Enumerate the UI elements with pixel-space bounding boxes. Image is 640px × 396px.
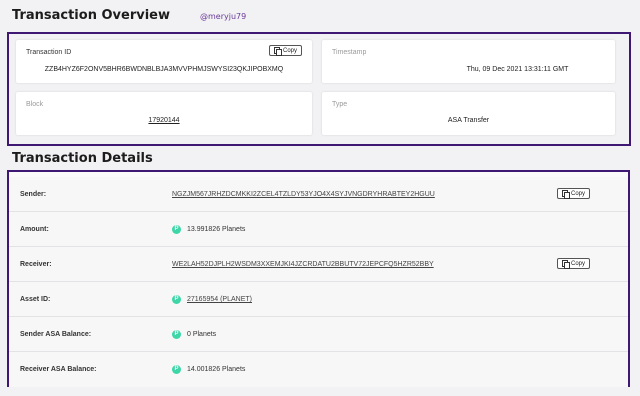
asset-id-link[interactable]: 27165954 (PLANET) [187, 282, 252, 317]
details-panel: Sender: NGZJM567JRHZDCMKKI2ZCEL4TZLDY53Y… [7, 170, 630, 387]
asset-id-row: Asset ID: P 27165954 (PLANET) [9, 282, 628, 317]
amount-row: Amount: P 13.991826 Planets [9, 212, 628, 247]
overview-panel: Transaction ID Copy ZZB4HYZ6F2ONV5BHR6BW… [7, 32, 631, 146]
asset-id-value-wrap: P 27165954 (PLANET) [172, 282, 252, 317]
copy-label: Copy [282, 47, 297, 54]
copy-icon [561, 260, 570, 269]
receiver-balance-value: 14.001826 Planets [187, 366, 246, 373]
receiver-value-wrap: WE2LAH52DJPLH2WSDM3XXEMJKI4JZCRDATU2BBUT… [172, 247, 434, 282]
copy-label: Copy [570, 190, 585, 197]
copy-receiver-button[interactable]: Copy [557, 258, 590, 269]
asset-id-label: Asset ID: [20, 296, 51, 303]
type-card: Type ASA Transfer [322, 92, 615, 135]
sender-balance-row: Sender ASA Balance: P 0 Planets [9, 317, 628, 352]
sender-row: Sender: NGZJM567JRHZDCMKKI2ZCEL4TZLDY53Y… [9, 177, 628, 212]
sender-address-link[interactable]: NGZJM567JRHZDCMKKI2ZCEL4TZLDY53YJO4X4SYJ… [172, 177, 435, 212]
copy-transaction-id-button[interactable]: Copy [269, 45, 302, 56]
planet-token-icon: P [172, 365, 181, 374]
receiver-balance-label: Receiver ASA Balance: [20, 366, 97, 373]
transaction-id-card: Transaction ID Copy ZZB4HYZ6F2ONV5BHR6BW… [16, 40, 312, 83]
block-link[interactable]: 17920144 [16, 117, 312, 124]
receiver-row: Receiver: WE2LAH52DJPLH2WSDM3XXEMJKI4JZC… [9, 247, 628, 282]
overview-title: Transaction Overview [12, 8, 170, 23]
sender-value-wrap: NGZJM567JRHZDCMKKI2ZCEL4TZLDY53YJO4X4SYJ… [172, 177, 435, 212]
watermark: @meryju79 [200, 12, 247, 21]
copy-label: Copy [570, 260, 585, 267]
type-label: Type [332, 101, 348, 108]
amount-label: Amount: [20, 226, 49, 233]
block-card: Block 17920144 [16, 92, 312, 135]
copy-icon [273, 47, 282, 56]
receiver-balance-row: Receiver ASA Balance: P 14.001826 Planet… [9, 352, 628, 387]
sender-balance-label: Sender ASA Balance: [20, 331, 92, 338]
type-value: ASA Transfer [447, 117, 490, 124]
receiver-balance-value-wrap: P 14.001826 Planets [172, 352, 245, 387]
receiver-address-link[interactable]: WE2LAH52DJPLH2WSDM3XXEMJKI4JZCRDATU2BBUT… [172, 247, 434, 282]
amount-value-wrap: P 13.991826 Planets [172, 212, 245, 247]
sender-label: Sender: [20, 191, 47, 198]
timestamp-card: Timestamp Thu, 09 Dec 2021 13:31:11 GMT [322, 40, 615, 83]
timestamp-value: Thu, 09 Dec 2021 13:31:11 GMT [466, 66, 569, 73]
planet-token-icon: P [172, 225, 181, 234]
receiver-label: Receiver: [20, 261, 52, 268]
block-label: Block [26, 101, 44, 108]
planet-token-icon: P [172, 295, 181, 304]
details-title: Transaction Details [12, 151, 153, 166]
timestamp-label: Timestamp [332, 49, 367, 56]
transaction-id-label: Transaction ID [26, 49, 72, 56]
copy-icon [561, 190, 570, 199]
planet-token-icon: P [172, 330, 181, 339]
sender-balance-value: 0 Planets [187, 331, 217, 338]
sender-balance-value-wrap: P 0 Planets [172, 317, 216, 352]
copy-sender-button[interactable]: Copy [557, 188, 590, 199]
transaction-id-value: ZZB4HYZ6F2ONV5BHR6BWDNBLBJA3MVVPHMJSWYSI… [44, 66, 284, 73]
amount-value: 13.991826 Planets [187, 226, 246, 233]
